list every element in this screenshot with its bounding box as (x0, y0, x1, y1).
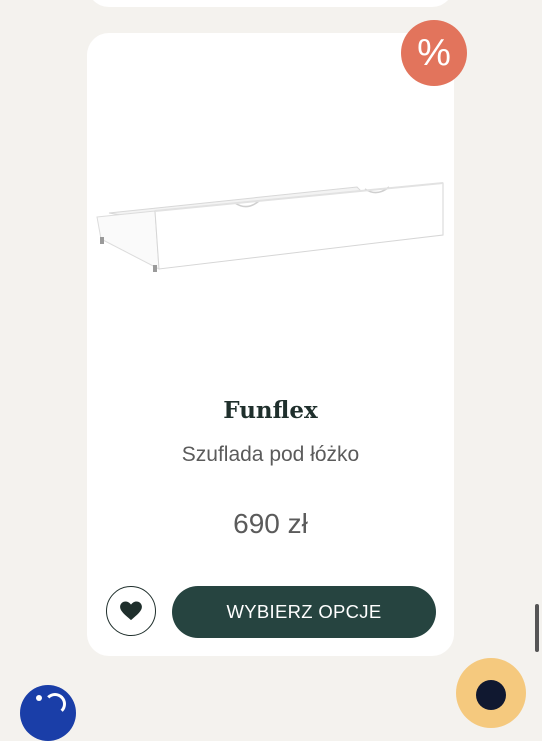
info-icon[interactable] (20, 685, 76, 741)
info-dot (36, 695, 42, 701)
product-brand: Funflex (223, 397, 318, 424)
bed-drawer-image[interactable] (95, 173, 447, 283)
heart-icon (120, 601, 142, 621)
scrollbar[interactable] (535, 604, 539, 652)
choose-options-button[interactable]: WYBIERZ OPCJE (172, 586, 436, 638)
chat-icon (476, 680, 506, 710)
sale-badge: % (401, 20, 467, 86)
product-name[interactable]: Szuflada pod łóżko (87, 443, 454, 467)
product-price: 690 zł (233, 508, 308, 539)
info-arc (44, 693, 66, 715)
previous-product-card (87, 0, 454, 7)
add-to-favorites-button[interactable] (106, 586, 156, 636)
product-card[interactable]: Funflex Szuflada pod łóżko 690 zł WYBIER… (87, 33, 454, 656)
